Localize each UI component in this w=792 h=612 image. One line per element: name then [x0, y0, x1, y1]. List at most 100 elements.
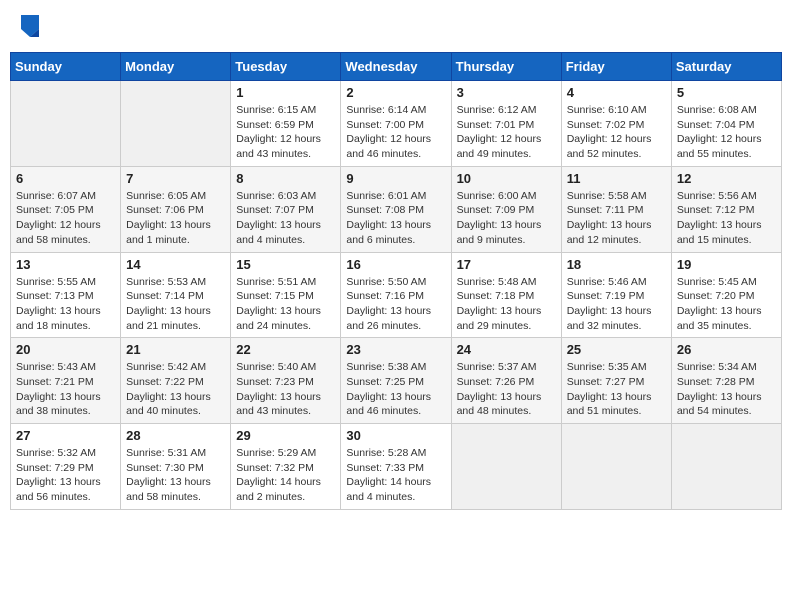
calendar-week-row: 1 Sunrise: 6:15 AMSunset: 6:59 PMDaylight… — [11, 81, 782, 167]
cell-date-number: 29 — [236, 428, 335, 443]
cell-date-number: 24 — [457, 342, 556, 357]
calendar-cell: 19 Sunrise: 5:45 AMSunset: 7:20 PMDayligh… — [671, 252, 781, 338]
calendar-cell: 25 Sunrise: 5:35 AMSunset: 7:27 PMDayligh… — [561, 338, 671, 424]
calendar-week-row: 6 Sunrise: 6:07 AMSunset: 7:05 PMDaylight… — [11, 166, 782, 252]
cell-info: Sunrise: 5:31 AMSunset: 7:30 PMDaylight:… — [126, 446, 225, 505]
cell-info: Sunrise: 6:10 AMSunset: 7:02 PMDaylight:… — [567, 103, 666, 162]
cell-info: Sunrise: 5:45 AMSunset: 7:20 PMDaylight:… — [677, 275, 776, 334]
cell-info: Sunrise: 5:28 AMSunset: 7:33 PMDaylight:… — [346, 446, 445, 505]
weekday-row: SundayMondayTuesdayWednesdayThursdayFrid… — [11, 53, 782, 81]
calendar-cell: 12 Sunrise: 5:56 AMSunset: 7:12 PMDayligh… — [671, 166, 781, 252]
cell-date-number: 9 — [346, 171, 445, 186]
weekday-header-saturday: Saturday — [671, 53, 781, 81]
cell-info: Sunrise: 5:51 AMSunset: 7:15 PMDaylight:… — [236, 275, 335, 334]
cell-info: Sunrise: 5:48 AMSunset: 7:18 PMDaylight:… — [457, 275, 556, 334]
weekday-header-wednesday: Wednesday — [341, 53, 451, 81]
cell-info: Sunrise: 6:05 AMSunset: 7:06 PMDaylight:… — [126, 189, 225, 248]
calendar-cell: 29 Sunrise: 5:29 AMSunset: 7:32 PMDayligh… — [231, 424, 341, 510]
calendar-cell: 16Sunrise: 5:50 AMSunset: 7:16 PMDayligh… — [341, 252, 451, 338]
cell-date-number: 23 — [346, 342, 445, 357]
cell-info: Sunrise: 6:00 AMSunset: 7:09 PMDaylight:… — [457, 189, 556, 248]
logo — [20, 15, 40, 37]
calendar-cell: 21 Sunrise: 5:42 AMSunset: 7:22 PMDayligh… — [121, 338, 231, 424]
logo-icon — [21, 15, 39, 37]
cell-info: Sunrise: 5:46 AMSunset: 7:19 PMDaylight:… — [567, 275, 666, 334]
cell-date-number: 18 — [567, 257, 666, 272]
cell-info: Sunrise: 6:03 AMSunset: 7:07 PMDaylight:… — [236, 189, 335, 248]
calendar-cell: 20 Sunrise: 5:43 AMSunset: 7:21 PMDayligh… — [11, 338, 121, 424]
calendar-cell: 7 Sunrise: 6:05 AMSunset: 7:06 PMDaylight… — [121, 166, 231, 252]
cell-info: Sunrise: 5:58 AMSunset: 7:11 PMDaylight:… — [567, 189, 666, 248]
calendar-cell — [671, 424, 781, 510]
weekday-header-sunday: Sunday — [11, 53, 121, 81]
cell-date-number: 7 — [126, 171, 225, 186]
cell-info: Sunrise: 6:15 AMSunset: 6:59 PMDaylight:… — [236, 103, 335, 162]
cell-date-number: 2 — [346, 85, 445, 100]
cell-date-number: 21 — [126, 342, 225, 357]
weekday-header-thursday: Thursday — [451, 53, 561, 81]
cell-info: Sunrise: 5:29 AMSunset: 7:32 PMDaylight:… — [236, 446, 335, 505]
cell-date-number: 4 — [567, 85, 666, 100]
cell-info: Sunrise: 5:40 AMSunset: 7:23 PMDaylight:… — [236, 360, 335, 419]
calendar-week-row: 20 Sunrise: 5:43 AMSunset: 7:21 PMDayligh… — [11, 338, 782, 424]
calendar-cell: 17 Sunrise: 5:48 AMSunset: 7:18 PMDayligh… — [451, 252, 561, 338]
calendar-cell: 2 Sunrise: 6:14 AMSunset: 7:00 PMDaylight… — [341, 81, 451, 167]
cell-date-number: 17 — [457, 257, 556, 272]
calendar-cell: 6 Sunrise: 6:07 AMSunset: 7:05 PMDaylight… — [11, 166, 121, 252]
cell-info: Sunrise: 5:35 AMSunset: 7:27 PMDaylight:… — [567, 360, 666, 419]
cell-info: Sunrise: 5:38 AMSunset: 7:25 PMDaylight:… — [346, 360, 445, 419]
cell-date-number: 6 — [16, 171, 115, 186]
calendar-cell — [451, 424, 561, 510]
calendar-table: SundayMondayTuesdayWednesdayThursdayFrid… — [10, 52, 782, 510]
cell-date-number: 27 — [16, 428, 115, 443]
cell-info: Sunrise: 5:56 AMSunset: 7:12 PMDaylight:… — [677, 189, 776, 248]
cell-info: Sunrise: 5:32 AMSunset: 7:29 PMDaylight:… — [16, 446, 115, 505]
cell-info: Sunrise: 6:01 AMSunset: 7:08 PMDaylight:… — [346, 189, 445, 248]
cell-info: Sunrise: 6:14 AMSunset: 7:00 PMDaylight:… — [346, 103, 445, 162]
calendar-cell: 5 Sunrise: 6:08 AMSunset: 7:04 PMDaylight… — [671, 81, 781, 167]
cell-date-number: 30 — [346, 428, 445, 443]
weekday-header-tuesday: Tuesday — [231, 53, 341, 81]
calendar-cell: 11Sunrise: 5:58 AMSunset: 7:11 PMDayligh… — [561, 166, 671, 252]
calendar-cell: 24 Sunrise: 5:37 AMSunset: 7:26 PMDayligh… — [451, 338, 561, 424]
calendar-cell: 4 Sunrise: 6:10 AMSunset: 7:02 PMDaylight… — [561, 81, 671, 167]
cell-info: Sunrise: 5:37 AMSunset: 7:26 PMDaylight:… — [457, 360, 556, 419]
calendar-cell: 27 Sunrise: 5:32 AMSunset: 7:29 PMDayligh… — [11, 424, 121, 510]
calendar-cell: 3Sunrise: 6:12 AMSunset: 7:01 PMDaylight… — [451, 81, 561, 167]
cell-date-number: 25 — [567, 342, 666, 357]
cell-date-number: 22 — [236, 342, 335, 357]
cell-date-number: 5 — [677, 85, 776, 100]
cell-date-number: 12 — [677, 171, 776, 186]
cell-info: Sunrise: 6:08 AMSunset: 7:04 PMDaylight:… — [677, 103, 776, 162]
cell-info: Sunrise: 5:43 AMSunset: 7:21 PMDaylight:… — [16, 360, 115, 419]
calendar-cell — [11, 81, 121, 167]
calendar-cell: 14 Sunrise: 5:53 AMSunset: 7:14 PMDayligh… — [121, 252, 231, 338]
calendar-cell: 13 Sunrise: 5:55 AMSunset: 7:13 PMDayligh… — [11, 252, 121, 338]
calendar-week-row: 27 Sunrise: 5:32 AMSunset: 7:29 PMDayligh… — [11, 424, 782, 510]
cell-info: Sunrise: 6:07 AMSunset: 7:05 PMDaylight:… — [16, 189, 115, 248]
cell-date-number: 1 — [236, 85, 335, 100]
calendar-body: 1 Sunrise: 6:15 AMSunset: 6:59 PMDaylight… — [11, 81, 782, 510]
cell-info: Sunrise: 5:34 AMSunset: 7:28 PMDaylight:… — [677, 360, 776, 419]
calendar-cell: 9 Sunrise: 6:01 AMSunset: 7:08 PMDaylight… — [341, 166, 451, 252]
cell-info: Sunrise: 5:42 AMSunset: 7:22 PMDaylight:… — [126, 360, 225, 419]
calendar-cell: 26 Sunrise: 5:34 AMSunset: 7:28 PMDayligh… — [671, 338, 781, 424]
cell-info: Sunrise: 5:53 AMSunset: 7:14 PMDaylight:… — [126, 275, 225, 334]
calendar-cell: 30 Sunrise: 5:28 AMSunset: 7:33 PMDayligh… — [341, 424, 451, 510]
calendar-cell — [121, 81, 231, 167]
cell-date-number: 19 — [677, 257, 776, 272]
cell-info: Sunrise: 6:12 AMSunset: 7:01 PMDaylight:… — [457, 103, 556, 162]
cell-date-number: 15 — [236, 257, 335, 272]
cell-date-number: 13 — [16, 257, 115, 272]
cell-info: Sunrise: 5:50 AMSunset: 7:16 PMDaylight:… — [346, 275, 445, 334]
cell-date-number: 26 — [677, 342, 776, 357]
cell-info: Sunrise: 5:55 AMSunset: 7:13 PMDaylight:… — [16, 275, 115, 334]
page-header — [10, 10, 782, 42]
weekday-header-friday: Friday — [561, 53, 671, 81]
calendar-cell: 10Sunrise: 6:00 AMSunset: 7:09 PMDayligh… — [451, 166, 561, 252]
cell-date-number: 14 — [126, 257, 225, 272]
calendar-cell: 18 Sunrise: 5:46 AMSunset: 7:19 PMDayligh… — [561, 252, 671, 338]
calendar-cell: 28Sunrise: 5:31 AMSunset: 7:30 PMDayligh… — [121, 424, 231, 510]
cell-date-number: 20 — [16, 342, 115, 357]
weekday-header-monday: Monday — [121, 53, 231, 81]
